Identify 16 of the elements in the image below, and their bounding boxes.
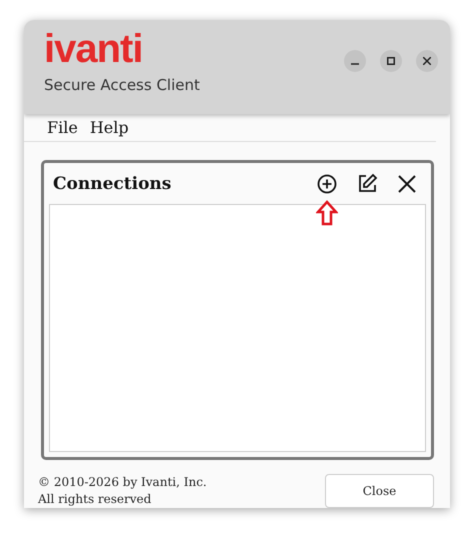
window-title: Secure Access Client (44, 76, 200, 94)
close-icon (423, 57, 431, 65)
close-button[interactable] (416, 50, 438, 72)
menu-item[interactable]: Help (90, 116, 129, 140)
menu-item[interactable]: File (47, 116, 78, 140)
plus-circle-icon (317, 174, 337, 194)
rights-text: All rights reserved (38, 491, 152, 508)
maximize-button[interactable] (380, 50, 402, 72)
panel-title: Connections (53, 174, 172, 194)
logo: ivanti (44, 28, 144, 70)
copyright-text: © 2010-2026 by Ivanti, Inc. (38, 474, 207, 491)
close-button[interactable]: Close (325, 474, 434, 508)
edit-icon (356, 173, 378, 194)
maximize-icon (387, 57, 395, 65)
close-icon (397, 174, 417, 194)
minimize-button[interactable] (344, 50, 366, 72)
